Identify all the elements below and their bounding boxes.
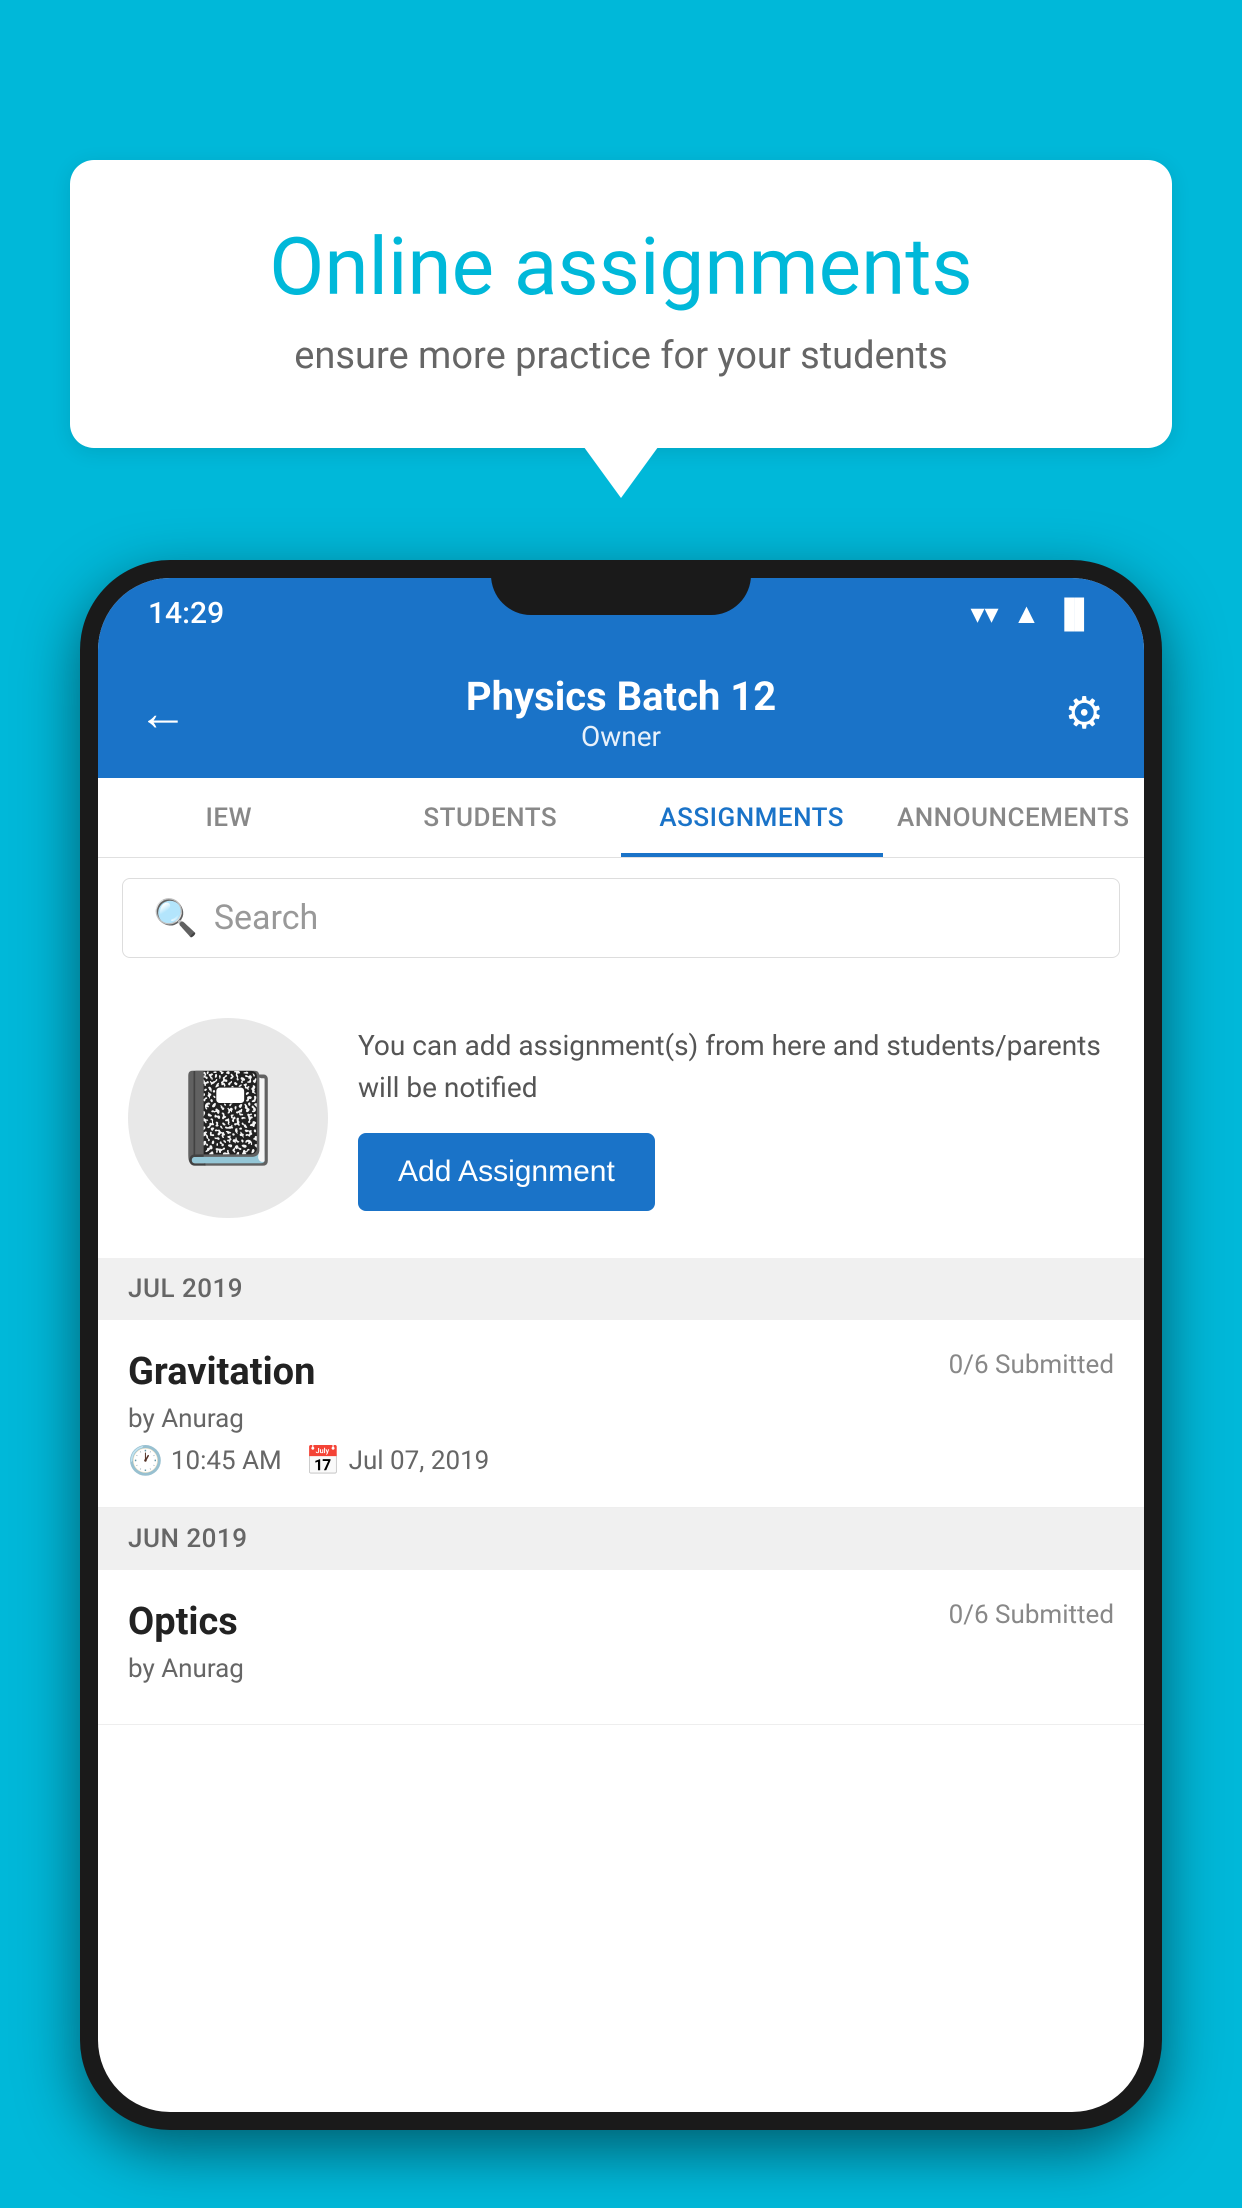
month-separator-jun: JUN 2019 <box>98 1508 1144 1570</box>
promo-text-group: You can add assignment(s) from here and … <box>358 1025 1114 1211</box>
status-time: 14:29 <box>148 596 224 631</box>
search-box[interactable]: 🔍 Search <box>122 878 1120 958</box>
notebook-icon: 📓 <box>172 1066 284 1171</box>
settings-button[interactable]: ⚙ <box>1065 687 1104 739</box>
promo-description: You can add assignment(s) from here and … <box>358 1025 1114 1109</box>
calendar-icon: 📅 <box>306 1444 341 1477</box>
assignment-header-optics: Optics 0/6 Submitted <box>128 1600 1114 1644</box>
month-separator-jul: JUL 2019 <box>98 1258 1144 1320</box>
phone-screen: 14:29 ▾▾ ▲ ▐▌ ← Physics Batch 12 Owner ⚙ <box>98 578 1144 2112</box>
app-bar: ← Physics Batch 12 Owner ⚙ <box>98 648 1144 778</box>
assignment-item-optics[interactable]: Optics 0/6 Submitted by Anurag <box>98 1570 1144 1725</box>
search-placeholder: Search <box>214 898 318 938</box>
assignment-submitted: 0/6 Submitted <box>949 1350 1114 1380</box>
assignment-submitted-optics: 0/6 Submitted <box>949 1600 1114 1630</box>
tab-students[interactable]: STUDENTS <box>360 778 622 857</box>
phone-notch <box>491 560 751 615</box>
tab-iew[interactable]: IEW <box>98 778 360 857</box>
assignment-title: Gravitation <box>128 1350 315 1394</box>
promo-section: 📓 You can add assignment(s) from here an… <box>98 978 1144 1258</box>
bubble-subtitle: ensure more practice for your students <box>140 334 1102 378</box>
assignment-by: by Anurag <box>128 1404 1114 1434</box>
back-button[interactable]: ← <box>138 684 188 743</box>
app-bar-subtitle: Owner <box>218 720 1024 753</box>
search-icon: 🔍 <box>153 897 198 939</box>
tab-announcements[interactable]: ANNOUNCEMENTS <box>883 778 1145 857</box>
app-bar-title-group: Physics Batch 12 Owner <box>218 673 1024 753</box>
assignment-item-gravitation[interactable]: Gravitation 0/6 Submitted by Anurag 🕐 10… <box>98 1320 1144 1508</box>
status-icons: ▾▾ ▲ ▐▌ <box>970 597 1094 630</box>
speech-bubble: Online assignments ensure more practice … <box>70 160 1172 448</box>
app-bar-title: Physics Batch 12 <box>218 673 1024 720</box>
battery-icon: ▐▌ <box>1054 597 1094 630</box>
assignment-meta: 🕐 10:45 AM 📅 Jul 07, 2019 <box>128 1444 1114 1477</box>
assignment-time: 🕐 10:45 AM <box>128 1444 282 1477</box>
assignment-header: Gravitation 0/6 Submitted <box>128 1350 1114 1394</box>
signal-icon: ▲ <box>1013 597 1041 630</box>
phone-container: 14:29 ▾▾ ▲ ▐▌ ← Physics Batch 12 Owner ⚙ <box>80 560 1162 2208</box>
assignment-title-optics: Optics <box>128 1600 238 1644</box>
phone-outer: 14:29 ▾▾ ▲ ▐▌ ← Physics Batch 12 Owner ⚙ <box>80 560 1162 2130</box>
assignment-by-optics: by Anurag <box>128 1654 1114 1684</box>
wifi-icon: ▾▾ <box>970 597 998 630</box>
assignment-icon-circle: 📓 <box>128 1018 328 1218</box>
tabs-bar: IEW STUDENTS ASSIGNMENTS ANNOUNCEMENTS <box>98 778 1144 858</box>
assignment-date: 📅 Jul 07, 2019 <box>306 1444 490 1477</box>
search-container: 🔍 Search <box>98 858 1144 978</box>
tab-assignments[interactable]: ASSIGNMENTS <box>621 778 883 857</box>
speech-bubble-container: Online assignments ensure more practice … <box>70 160 1172 448</box>
bubble-title: Online assignments <box>140 220 1102 314</box>
add-assignment-button[interactable]: Add Assignment <box>358 1133 655 1211</box>
clock-icon: 🕐 <box>128 1444 163 1477</box>
